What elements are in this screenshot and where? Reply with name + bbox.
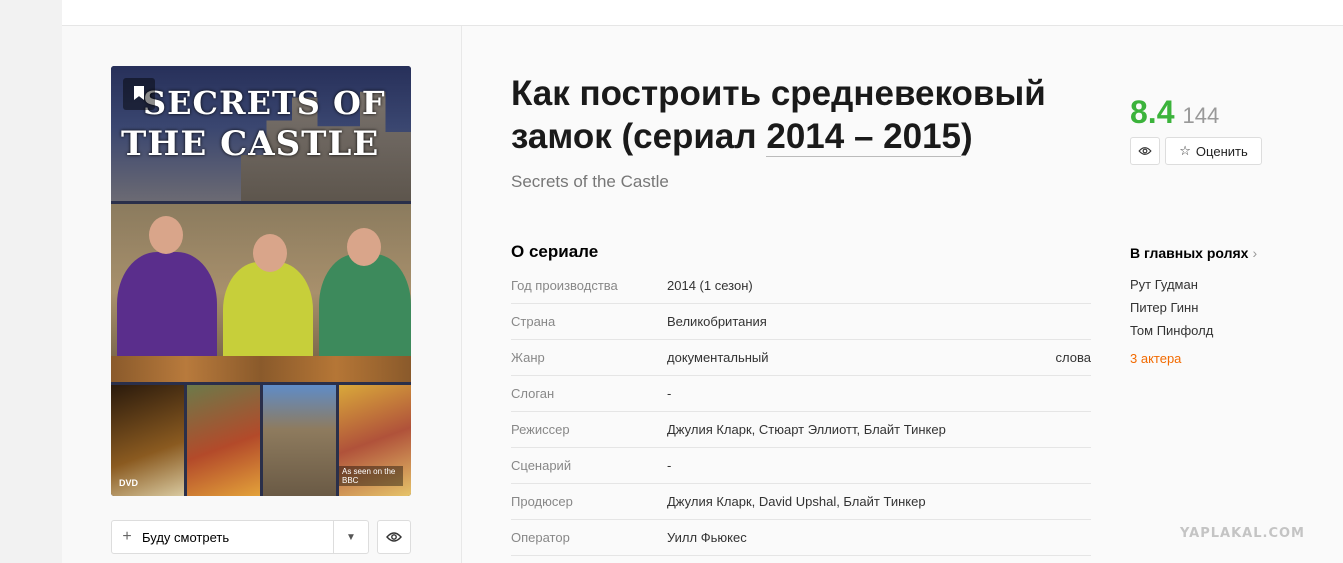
row-value-link[interactable]: Джулия Кларк, Стюарт Эллиотт, Блайт Тинк… [667,422,1091,437]
bbc-badge: As seen on the BBC [339,466,403,486]
presenter-head [149,216,183,254]
table-row: Слоган - [511,376,1091,412]
row-key: Жанр [511,350,545,365]
top-bar [62,0,1343,26]
watched-eye-button[interactable] [377,520,411,554]
bookmark-icon[interactable] [123,78,155,110]
rate-label: Оценить [1195,143,1248,159]
film-page: SECRETS OF THE CASTLE DVD As seen on the… [62,26,1343,563]
dvd-logo: DVD [119,478,139,488]
will-watch-label: Буду смотреть [142,529,230,545]
poster-title: SECRETS OF THE CASTLE [121,84,386,164]
row-value-link[interactable]: Великобритания [667,314,1091,329]
cast-actor-link[interactable]: Том Пинфолд [1130,322,1213,345]
row-key: Режиссер [511,422,570,437]
cast-actor-link[interactable]: Рут Гудман [1130,276,1213,299]
poster-table-art [111,356,411,382]
row-key: Слоган [511,386,555,401]
cast-more-link[interactable]: 3 актера [1130,351,1213,366]
row-value-link[interactable]: 2014 (1 сезон) [667,278,1091,293]
watched-toggle-button[interactable] [1130,137,1160,165]
table-row: Сценарий - [511,448,1091,484]
rating-score[interactable]: 8.4 [1130,94,1174,131]
poster-thumb: As seen on the BBC [339,385,411,496]
rate-button[interactable]: ☆ Оценить [1165,137,1262,165]
row-key: Оператор [511,530,570,545]
presenter-head [253,234,287,272]
plus-icon: + [122,528,132,545]
poster-header-art: SECRETS OF THE CASTLE [111,66,411,201]
poster-title-line2: THE CASTLE [121,124,380,164]
poster-thumb [187,385,260,496]
poster-title-line1: SECRETS OF [143,84,386,122]
row-extra-link[interactable]: слова [1056,350,1091,365]
original-title: Secrets of the Castle [511,172,669,191]
cast-heading-link[interactable]: В главных ролях › [1130,245,1257,261]
poster-thumbnails: DVD As seen on the BBC [111,385,411,496]
row-value: - [667,386,672,401]
title-years-link[interactable]: 2014 – 2015 [766,117,961,157]
table-row: Режиссер Джулия Кларк, Стюарт Эллиотт, Б… [511,412,1091,448]
about-table: Год производства 2014 (1 сезон) Страна В… [511,268,1091,556]
left-column: SECRETS OF THE CASTLE DVD As seen on the… [62,26,462,563]
row-key: Сценарий [511,458,572,473]
cast-heading: В главных ролях [1130,245,1249,261]
table-row: Продюсер Джулия Кларк, David Upshal, Бла… [511,484,1091,520]
poster-thumb: DVD [111,385,184,496]
cast-actor-link[interactable]: Питер Гинн [1130,299,1213,322]
presenter-head [347,228,381,266]
will-watch-button[interactable]: + Буду смотреть ▼ [111,520,369,554]
row-key: Год производства [511,278,618,293]
table-row: Жанр документальный слова [511,340,1091,376]
film-poster[interactable]: SECRETS OF THE CASTLE DVD As seen on the… [111,66,411,496]
row-value-link[interactable]: Джулия Кларк, David Upshal, Блайт Тинкер [667,494,1091,509]
chevron-right-icon: › [1252,245,1258,261]
rating-votes: 144 [1182,103,1220,128]
row-value: - [667,458,672,473]
row-key: Продюсер [511,494,573,509]
watermark: YAPLAKAL.COM [1180,526,1305,541]
poster-presenters-art [111,204,411,382]
table-row: Оператор Уилл Фьюкес [511,520,1091,556]
row-key: Страна [511,314,556,329]
rating-block: 8.4 144 [1130,94,1219,131]
about-heading: О сериале [511,242,599,261]
row-value-link[interactable]: документальный [667,350,1091,365]
cast-list: Рут Гудман Питер Гинн Том Пинфолд 3 акте… [1130,276,1213,366]
poster-thumb [263,385,336,496]
title-suffix: ) [961,117,973,156]
eye-icon [1138,147,1152,155]
page-title: Как построить средневековый замок (сериа… [511,72,1091,158]
table-row: Год производства 2014 (1 сезон) [511,268,1091,304]
chevron-down-icon[interactable]: ▼ [333,521,368,553]
table-row: Страна Великобритания [511,304,1091,340]
eye-icon [386,532,402,542]
star-icon: ☆ [1179,143,1191,158]
row-value-link[interactable]: Уилл Фьюкес [667,530,1091,545]
